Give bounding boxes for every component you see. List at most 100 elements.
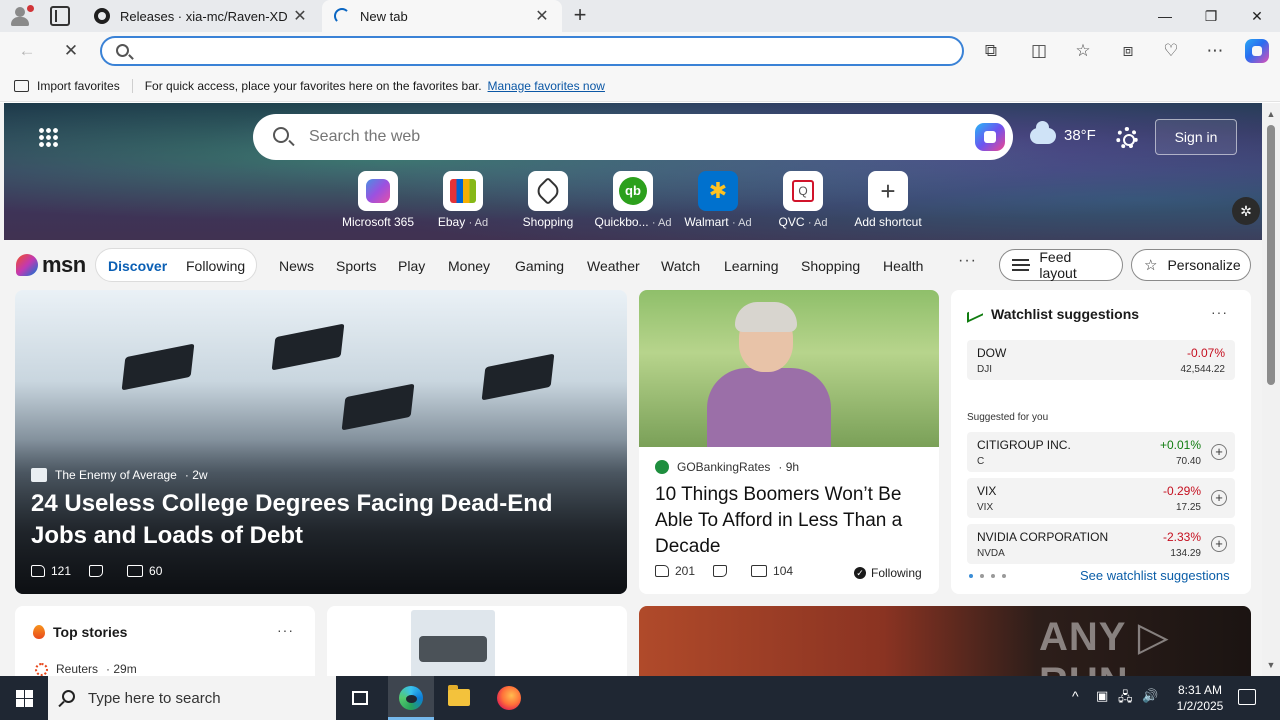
stop-loading-icon[interactable]: ✕: [60, 40, 82, 62]
category-sports[interactable]: Sports: [336, 258, 376, 274]
scrollbar-thumb[interactable]: [1267, 125, 1275, 385]
page-settings-gear-icon[interactable]: [1116, 127, 1138, 149]
start-button[interactable]: [0, 676, 48, 720]
hero-article-card[interactable]: The Enemy of Average · 2w 24 Useless Col…: [15, 290, 627, 594]
news-article-card[interactable]: GOBankingRates · 9h 10 Things Boomers Wo…: [639, 290, 939, 594]
dislike-icon[interactable]: [713, 565, 728, 577]
settings-more-icon[interactable]: ⋯: [1204, 40, 1226, 62]
page-scrollbar[interactable]: ▲ ▼: [1262, 103, 1280, 676]
address-bar[interactable]: [100, 36, 964, 66]
stock-row-vix[interactable]: VIX VIX -0.29% 17.25 +: [967, 478, 1235, 518]
web-search-input[interactable]: [309, 126, 949, 148]
copilot-icon[interactable]: [1245, 39, 1269, 63]
carousel-pager[interactable]: [969, 574, 1006, 578]
manage-favorites-link[interactable]: Manage favorites now: [488, 79, 605, 93]
tab-close-icon[interactable]: ✕: [534, 6, 550, 26]
category-learning[interactable]: Learning: [724, 258, 779, 274]
watchlist-more-button[interactable]: ···: [1211, 304, 1228, 320]
see-watchlist-link[interactable]: See watchlist suggestions: [1080, 568, 1230, 583]
category-play[interactable]: Play: [398, 258, 425, 274]
search-icon: [62, 690, 75, 703]
article-title[interactable]: 10 Things Boomers Won’t Be Able To Affor…: [655, 482, 927, 560]
tab-bar: Releases · xia-mc/Raven-XD ✕ New tab ✕ +…: [0, 0, 1280, 32]
taskbar-file-explorer[interactable]: [436, 676, 482, 720]
personalize-button[interactable]: ☆ Personalize: [1131, 249, 1251, 281]
feed-layout-button[interactable]: Feed layout: [999, 249, 1123, 281]
import-favorites-button[interactable]: Import favorites: [14, 78, 133, 93]
add-to-watchlist-icon[interactable]: +: [1211, 536, 1227, 552]
category-news[interactable]: News: [279, 258, 314, 274]
sign-in-button[interactable]: Sign in: [1155, 119, 1237, 155]
add-to-watchlist-icon[interactable]: +: [1211, 490, 1227, 506]
extensions-icon[interactable]: ⧉: [980, 40, 1002, 62]
category-money[interactable]: Money: [448, 258, 490, 274]
scroll-down-arrow-icon[interactable]: ▼: [1262, 658, 1280, 672]
address-input[interactable]: [138, 42, 938, 62]
qvc-icon: Q: [792, 180, 814, 202]
close-window-button[interactable]: ✕: [1242, 4, 1272, 28]
add-to-watchlist-icon[interactable]: +: [1211, 444, 1227, 460]
shortcut-microsoft-365[interactable]: Microsoft 365: [338, 171, 418, 229]
msn-logo[interactable]: msn: [16, 252, 86, 278]
scroll-up-arrow-icon[interactable]: ▲: [1262, 107, 1280, 121]
favorites-star-icon[interactable]: ☆: [1072, 40, 1094, 62]
copilot-icon[interactable]: [975, 123, 1005, 151]
collections-icon[interactable]: ⧈: [1117, 40, 1139, 62]
restore-button[interactable]: ❐: [1196, 4, 1226, 28]
taskbar-clock[interactable]: 8:31 AM 1/2/2025: [1165, 682, 1235, 714]
minimize-button[interactable]: —: [1150, 4, 1180, 28]
tab-discover[interactable]: Discover: [108, 258, 167, 274]
comment-icon[interactable]: [127, 565, 144, 577]
stock-row-citigroup[interactable]: CITIGROUP INC. C +0.01% 70.40 +: [967, 432, 1235, 472]
network-icon[interactable]: 🖧: [1118, 688, 1133, 710]
like-icon[interactable]: [31, 565, 45, 577]
taskbar-firefox[interactable]: [486, 676, 532, 720]
tab-actions-icon[interactable]: [50, 6, 70, 26]
browser-essentials-icon[interactable]: ♡: [1160, 40, 1182, 62]
like-icon[interactable]: [655, 565, 669, 577]
stock-change: -0.29%: [1162, 484, 1201, 498]
product-ad-card[interactable]: [327, 606, 627, 676]
taskbar-edge[interactable]: [388, 676, 434, 720]
profile-icon[interactable]: [8, 5, 34, 27]
stock-row-dow[interactable]: DOW DJI -0.07% 42,544.22: [967, 340, 1235, 380]
category-gaming[interactable]: Gaming: [515, 258, 564, 274]
tab-following[interactable]: Following: [186, 258, 245, 274]
task-view-button[interactable]: [337, 676, 383, 720]
comment-icon[interactable]: [751, 565, 768, 577]
tab-close-icon[interactable]: ✕: [292, 6, 308, 26]
taskbar-search-box[interactable]: Type here to search: [48, 676, 336, 720]
volume-icon[interactable]: 🔊: [1142, 688, 1158, 704]
add-shortcut-button[interactable]: + Add shortcut: [848, 171, 928, 229]
weather-widget[interactable]: 38°F: [1030, 120, 1096, 144]
dislike-icon[interactable]: [89, 565, 104, 577]
stock-row-nvidia[interactable]: NVIDIA CORPORATION NVDA -2.33% 134.29 +: [967, 524, 1235, 564]
tab-github-releases[interactable]: Releases · xia-mc/Raven-XD ✕: [82, 0, 320, 32]
article-title[interactable]: 24 Useless College Degrees Facing Dead-E…: [31, 488, 611, 552]
split-screen-icon[interactable]: ◫: [1028, 40, 1050, 62]
video-article-card[interactable]: ANY ▷ RUN: [639, 606, 1251, 676]
shortcut-ebay[interactable]: Ebay · Ad: [423, 171, 503, 229]
back-arrow-icon[interactable]: ←: [16, 40, 38, 62]
shortcut-walmart[interactable]: ✱ Walmart · Ad: [678, 171, 758, 229]
category-shopping[interactable]: Shopping: [801, 258, 860, 274]
device-icon[interactable]: ▣: [1096, 688, 1108, 704]
notifications-icon[interactable]: [1238, 689, 1256, 705]
web-search-box[interactable]: [253, 114, 1013, 160]
shortcut-qvc[interactable]: Q QVC · Ad: [763, 171, 843, 229]
walmart-spark-icon: ✱: [698, 171, 738, 211]
following-button[interactable]: ✓ Following: [854, 566, 922, 580]
shortcut-quickbooks[interactable]: qb Quickbo... · Ad: [593, 171, 673, 229]
top-stories-more-button[interactable]: ···: [277, 622, 294, 638]
show-hidden-icons-chevron-icon[interactable]: ^: [1072, 688, 1079, 704]
category-watch[interactable]: Watch: [661, 258, 700, 274]
category-health[interactable]: Health: [883, 258, 923, 274]
customize-background-icon[interactable]: ✲: [1232, 197, 1260, 225]
shortcut-label: Add shortcut: [854, 215, 922, 229]
apps-launcher-icon[interactable]: [38, 127, 58, 147]
tab-new-tab[interactable]: New tab ✕: [322, 0, 562, 32]
new-tab-button[interactable]: +: [568, 4, 592, 28]
shortcut-shopping[interactable]: Shopping: [508, 171, 588, 229]
category-weather[interactable]: Weather: [587, 258, 640, 274]
more-categories-button[interactable]: ···: [958, 252, 977, 270]
